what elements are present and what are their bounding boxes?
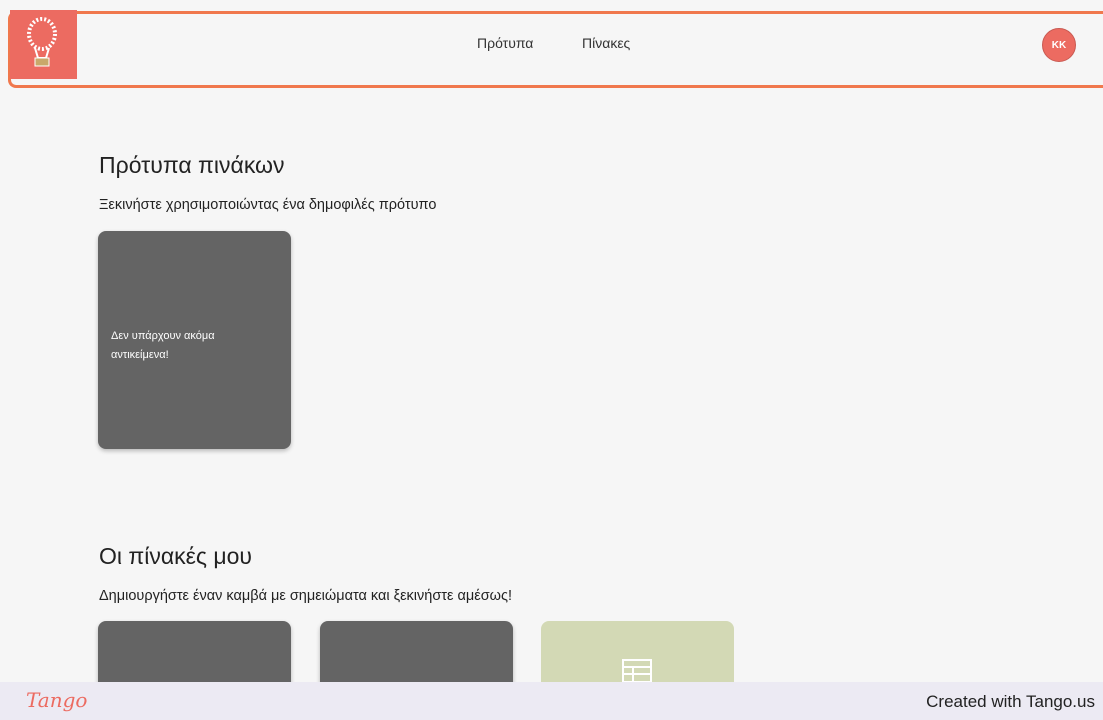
templates-title: Πρότυπα πινάκων xyxy=(99,152,285,178)
created-with-text: Created with Tango.us xyxy=(926,692,1095,711)
table-icon xyxy=(622,659,652,683)
footer-bar: Tango Created with Tango.us xyxy=(0,682,1103,720)
empty-templates-card: Δεν υπάρχουν ακόμα αντικείμενα! xyxy=(98,231,291,449)
app-logo[interactable] xyxy=(10,10,77,79)
lightbulb-icon xyxy=(27,17,57,67)
header-bar xyxy=(8,11,1103,88)
tango-logo: Tango xyxy=(26,688,88,712)
nav-templates[interactable]: Πρότυπα xyxy=(477,35,533,51)
nav-boards[interactable]: Πίνακες xyxy=(582,35,630,51)
user-avatar[interactable]: KK xyxy=(1042,28,1076,62)
boards-subtitle: Δημιουργήστε έναν καμβά με σημειώματα κα… xyxy=(99,588,512,604)
templates-subtitle: Ξεκινήστε χρησιμοποιώντας ένα δημοφιλές … xyxy=(99,197,437,213)
empty-state-text: Δεν υπάρχουν ακόμα αντικείμενα! xyxy=(111,330,215,361)
boards-title: Οι πίνακές μου xyxy=(99,543,253,569)
